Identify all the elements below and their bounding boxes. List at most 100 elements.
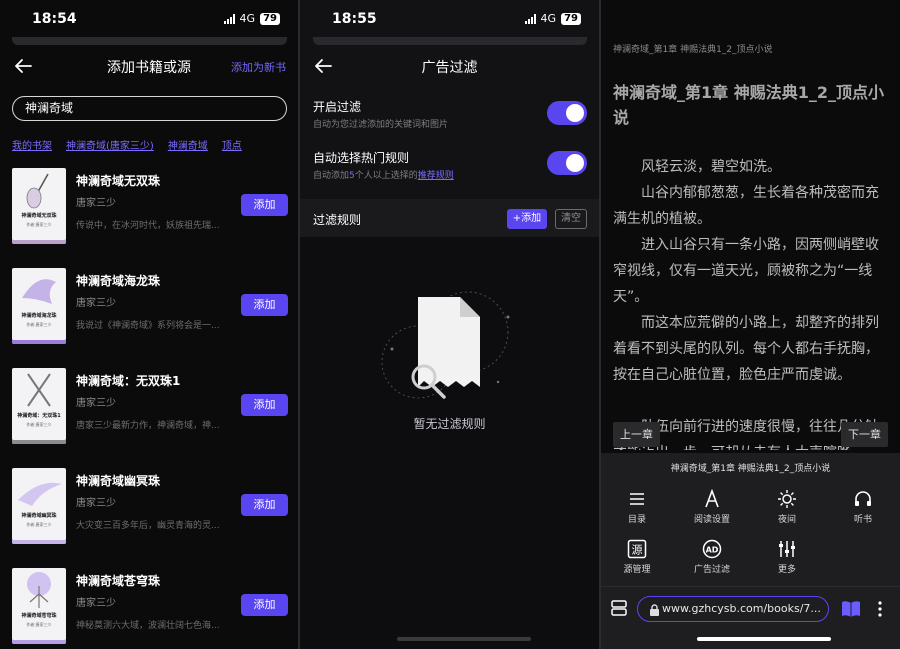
- url-field[interactable]: www.gzhcysb.com/books/7...: [637, 596, 829, 622]
- book-item[interactable]: 神澜奇域苍穹珠 作者:唐家三少 神澜奇域苍穹珠 唐家三少 神秘莫测六大域，波澜壮…: [12, 568, 288, 648]
- clear-rules-button[interactable]: 清空: [555, 209, 587, 229]
- paragraph: 山谷内郁郁葱葱，生长着各种茂密而充满生机的植被。: [613, 185, 879, 227]
- auto-rules-toggle[interactable]: [547, 151, 587, 175]
- more-button[interactable]: 更多: [752, 539, 822, 575]
- search-input[interactable]: 神澜奇域: [12, 96, 287, 121]
- add-book-screen: 18:54 4G 79 添加书籍或源 添加为新书 神澜奇域 我的书架 神澜奇域(…: [0, 0, 298, 649]
- toc-button[interactable]: 目录: [602, 489, 672, 525]
- prev-chapter-button[interactable]: 上一章: [613, 422, 660, 447]
- add-button[interactable]: 添加: [241, 594, 288, 616]
- add-as-new-book-link[interactable]: 添加为新书: [231, 59, 286, 75]
- list-icon: [630, 493, 644, 505]
- enable-filter-toggle[interactable]: [547, 101, 587, 125]
- ad-icon: AD: [702, 539, 722, 559]
- source-icon: 源: [627, 539, 647, 559]
- sun-icon: [778, 490, 796, 508]
- add-button[interactable]: 添加: [241, 194, 288, 216]
- book-cover: 神澜奇域苍穹珠 作者:唐家三少: [12, 568, 66, 644]
- chapter-breadcrumb: 神澜奇域_第1章 神赐法典1_2_顶点小说: [613, 45, 773, 55]
- filter-rules-label: 过滤规则: [313, 213, 362, 227]
- status-bar: 18:54 4G 79: [0, 0, 298, 36]
- ad-filter-button[interactable]: AD 广告过滤: [677, 539, 747, 575]
- enable-filter-desc: 自动为您过滤添加的关键词和图片: [313, 120, 449, 130]
- source-chips: 我的书架 神澜奇域(唐家三少) 神澜奇域 顶点: [12, 137, 242, 152]
- top-sheet-edge: [12, 37, 287, 45]
- add-button[interactable]: 添加: [241, 394, 288, 416]
- empty-document-icon: [381, 291, 510, 399]
- svg-text:AD: AD: [706, 546, 719, 555]
- battery-icon: 79: [561, 12, 581, 25]
- book-author: 唐家三少: [76, 498, 116, 509]
- auto-rules-label: 自动选择热门规则: [313, 151, 410, 165]
- book-author: 唐家三少: [76, 298, 116, 309]
- add-button[interactable]: 添加: [241, 494, 288, 516]
- auto-rules-desc: 自动添加5个人以上选择的推荐规则: [313, 171, 454, 181]
- reading-settings-button[interactable]: 阅读设置: [677, 489, 747, 525]
- more-vertical-icon[interactable]: [877, 600, 883, 618]
- night-mode-button[interactable]: 夜间: [752, 489, 822, 525]
- book-title: 神澜奇域：无双珠1: [76, 374, 181, 388]
- book-desc: 我说过《神澜奇域》系列将会是一...: [76, 321, 220, 331]
- reader-screen: 神澜奇域_第1章 神赐法典1_2_顶点小说 神澜奇域_第1章 神赐法典1_2_顶…: [601, 0, 900, 649]
- enable-filter-label: 开启过滤: [313, 100, 362, 114]
- book-desc: 神秘莫测六大域，波澜壮阔七色海...: [76, 621, 220, 631]
- cover-art-icon: [27, 572, 51, 608]
- book-cover: 神澜奇域：无双珠1 作者:唐家三少: [12, 368, 66, 444]
- font-a-icon: [705, 489, 719, 508]
- book-cover: 神澜奇域幽冥珠 作者:唐家三少: [12, 468, 66, 544]
- lock-icon: [650, 604, 659, 616]
- book-item[interactable]: 神澜奇域：无双珠1 作者:唐家三少 神澜奇域：无双珠1 唐家三少 唐家三少最新力…: [12, 368, 288, 448]
- rules-list-empty: [300, 237, 599, 649]
- book-item[interactable]: 神澜奇域无双珠 作者:唐家三少 神澜奇域无双珠 唐家三少 传说中，在冰河时代，妖…: [12, 168, 288, 248]
- header: 广告过滤: [300, 55, 599, 79]
- book-desc: 大灾变三百多年后，幽灵青海的灵...: [76, 521, 220, 531]
- add-rule-button[interactable]: +添加: [507, 209, 547, 229]
- book-desc: 传说中，在冰河时代，妖族祖先瑞...: [76, 221, 220, 231]
- status-bar: 18:55 4G 79: [300, 0, 599, 36]
- ad-filter-screen: 18:55 4G 79 广告过滤 开启过滤 自动为您过滤添加的关键词和图片 自动…: [300, 0, 599, 649]
- battery-icon: 79: [260, 12, 280, 25]
- chip-title-query[interactable]: 神澜奇域: [168, 137, 208, 152]
- book-cover: 神澜奇域海龙珠 作者:唐家三少: [12, 268, 66, 344]
- book-item[interactable]: 神澜奇域海龙珠 作者:唐家三少 神澜奇域海龙珠 唐家三少 我说过《神澜奇域》系列…: [12, 268, 288, 348]
- network-type: 4G: [239, 12, 256, 25]
- tabs-icon[interactable]: [610, 599, 628, 617]
- cover-art-icon: [22, 279, 56, 304]
- source-manage-button[interactable]: 源 源管理: [602, 539, 672, 575]
- sliders-icon: [779, 541, 795, 557]
- cover-art-icon: [26, 173, 49, 209]
- paragraph: 进入山谷只有一条小路，因两侧峭壁收窄视线，仅有一道天光，顾被称之为“一线天”。: [613, 237, 879, 305]
- reader-book-icon[interactable]: [841, 600, 861, 618]
- status-time: 18:54: [32, 11, 77, 27]
- empty-state-text: 暂无过滤规则: [413, 417, 486, 431]
- browser-bar: www.gzhcysb.com/books/7...: [601, 586, 900, 630]
- paragraph: 风轻云淡，碧空如洗。: [641, 159, 781, 175]
- headphones-icon: [855, 491, 871, 506]
- svg-text:源: 源: [632, 543, 643, 557]
- top-sheet-edge: [313, 37, 587, 45]
- home-indicator: [397, 637, 531, 641]
- chip-author-query[interactable]: 神澜奇域(唐家三少): [66, 137, 154, 152]
- book-title: 神澜奇域海龙珠: [76, 274, 161, 288]
- book-title: 神澜奇域幽冥珠: [76, 474, 161, 488]
- home-indicator: [697, 637, 831, 641]
- signal-icon: [524, 13, 536, 24]
- status-time: 18:55: [332, 11, 377, 27]
- add-button[interactable]: 添加: [241, 294, 288, 316]
- book-title: 神澜奇域苍穹珠: [76, 574, 161, 588]
- book-item[interactable]: 神澜奇域幽冥珠 作者:唐家三少 神澜奇域幽冥珠 唐家三少 大灾变三百多年后，幽灵…: [12, 468, 288, 548]
- menu-chapter-title: 神澜奇域_第1章 神赐法典1_2_顶点小说: [670, 464, 831, 474]
- listen-button[interactable]: 听书: [828, 489, 898, 525]
- recommended-rules-link[interactable]: 推荐规则: [418, 171, 454, 181]
- page-title: 广告过滤: [421, 60, 478, 76]
- header: 添加书籍或源 添加为新书: [0, 55, 298, 79]
- next-chapter-button[interactable]: 下一章: [841, 422, 888, 447]
- cover-art-icon: [18, 482, 62, 506]
- network-type: 4G: [540, 12, 557, 25]
- book-author: 唐家三少: [76, 398, 116, 409]
- chip-dingdian[interactable]: 顶点: [222, 137, 242, 152]
- book-author: 唐家三少: [76, 198, 116, 209]
- chip-my-shelf[interactable]: 我的书架: [12, 137, 52, 152]
- book-desc: 唐家三少最新力作，神澜奇域，神...: [76, 421, 220, 431]
- filter-rules-section: 过滤规则 +添加 清空: [300, 199, 599, 237]
